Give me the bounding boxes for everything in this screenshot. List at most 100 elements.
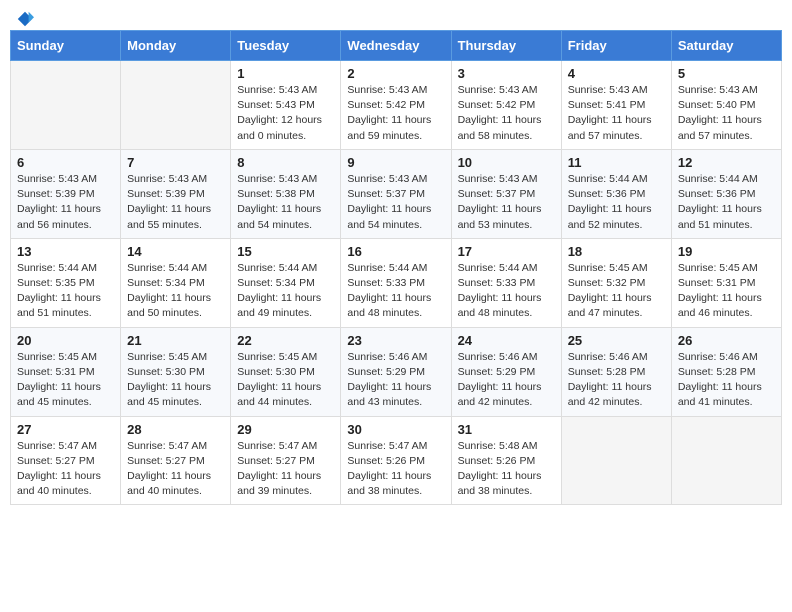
cell-sun-info: Sunrise: 5:44 AMSunset: 5:35 PMDaylight:… — [17, 261, 114, 322]
calendar-cell: 2 Sunrise: 5:43 AMSunset: 5:42 PMDaylight… — [341, 61, 451, 150]
cell-sun-info: Sunrise: 5:43 AMSunset: 5:39 PMDaylight:… — [127, 172, 224, 233]
day-of-week-header: Friday — [561, 31, 671, 61]
calendar-cell: 12 Sunrise: 5:44 AMSunset: 5:36 PMDayligh… — [671, 149, 781, 238]
day-number: 20 — [17, 333, 114, 348]
cell-sun-info: Sunrise: 5:46 AMSunset: 5:28 PMDaylight:… — [678, 350, 775, 411]
calendar-week-row: 20 Sunrise: 5:45 AMSunset: 5:31 PMDayligh… — [11, 327, 782, 416]
cell-sun-info: Sunrise: 5:47 AMSunset: 5:27 PMDaylight:… — [127, 439, 224, 500]
cell-sun-info: Sunrise: 5:46 AMSunset: 5:29 PMDaylight:… — [347, 350, 444, 411]
calendar-cell: 7 Sunrise: 5:43 AMSunset: 5:39 PMDaylight… — [121, 149, 231, 238]
day-number: 30 — [347, 422, 444, 437]
day-number: 22 — [237, 333, 334, 348]
day-number: 11 — [568, 155, 665, 170]
cell-sun-info: Sunrise: 5:47 AMSunset: 5:27 PMDaylight:… — [17, 439, 114, 500]
day-of-week-header: Saturday — [671, 31, 781, 61]
calendar-cell — [561, 416, 671, 505]
cell-sun-info: Sunrise: 5:45 AMSunset: 5:30 PMDaylight:… — [237, 350, 334, 411]
day-of-week-header: Tuesday — [231, 31, 341, 61]
cell-sun-info: Sunrise: 5:43 AMSunset: 5:40 PMDaylight:… — [678, 83, 775, 144]
cell-sun-info: Sunrise: 5:47 AMSunset: 5:27 PMDaylight:… — [237, 439, 334, 500]
day-number: 14 — [127, 244, 224, 259]
cell-sun-info: Sunrise: 5:43 AMSunset: 5:37 PMDaylight:… — [347, 172, 444, 233]
day-number: 7 — [127, 155, 224, 170]
cell-sun-info: Sunrise: 5:48 AMSunset: 5:26 PMDaylight:… — [458, 439, 555, 500]
calendar-cell: 22 Sunrise: 5:45 AMSunset: 5:30 PMDayligh… — [231, 327, 341, 416]
calendar-cell: 3Sunrise: 5:43 AMSunset: 5:42 PMDaylight… — [451, 61, 561, 150]
calendar-cell: 29 Sunrise: 5:47 AMSunset: 5:27 PMDayligh… — [231, 416, 341, 505]
cell-sun-info: Sunrise: 5:45 AMSunset: 5:30 PMDaylight:… — [127, 350, 224, 411]
cell-sun-info: Sunrise: 5:43 AMSunset: 5:42 PMDaylight:… — [347, 83, 444, 144]
calendar-cell — [121, 61, 231, 150]
calendar-header-row: SundayMondayTuesdayWednesdayThursdayFrid… — [11, 31, 782, 61]
calendar-cell: 10Sunrise: 5:43 AMSunset: 5:37 PMDayligh… — [451, 149, 561, 238]
day-number: 13 — [17, 244, 114, 259]
cell-sun-info: Sunrise: 5:45 AMSunset: 5:32 PMDaylight:… — [568, 261, 665, 322]
cell-sun-info: Sunrise: 5:44 AMSunset: 5:33 PMDaylight:… — [347, 261, 444, 322]
cell-sun-info: Sunrise: 5:44 AMSunset: 5:36 PMDaylight:… — [568, 172, 665, 233]
cell-sun-info: Sunrise: 5:43 AMSunset: 5:38 PMDaylight:… — [237, 172, 334, 233]
calendar-cell: 25Sunrise: 5:46 AMSunset: 5:28 PMDayligh… — [561, 327, 671, 416]
calendar-week-row: 1 Sunrise: 5:43 AMSunset: 5:43 PMDaylight… — [11, 61, 782, 150]
cell-sun-info: Sunrise: 5:43 AMSunset: 5:39 PMDaylight:… — [17, 172, 114, 233]
calendar-cell: 28Sunrise: 5:47 AMSunset: 5:27 PMDayligh… — [121, 416, 231, 505]
calendar-cell: 6 Sunrise: 5:43 AMSunset: 5:39 PMDaylight… — [11, 149, 121, 238]
calendar-cell: 21Sunrise: 5:45 AMSunset: 5:30 PMDayligh… — [121, 327, 231, 416]
calendar-cell: 19Sunrise: 5:45 AMSunset: 5:31 PMDayligh… — [671, 238, 781, 327]
calendar-table: SundayMondayTuesdayWednesdayThursdayFrid… — [10, 30, 782, 505]
day-number: 24 — [458, 333, 555, 348]
calendar-cell: 16 Sunrise: 5:44 AMSunset: 5:33 PMDayligh… — [341, 238, 451, 327]
day-number: 31 — [458, 422, 555, 437]
logo — [14, 10, 34, 22]
day-number: 12 — [678, 155, 775, 170]
day-of-week-header: Monday — [121, 31, 231, 61]
cell-sun-info: Sunrise: 5:45 AMSunset: 5:31 PMDaylight:… — [17, 350, 114, 411]
cell-sun-info: Sunrise: 5:43 AMSunset: 5:42 PMDaylight:… — [458, 83, 555, 144]
calendar-week-row: 13 Sunrise: 5:44 AMSunset: 5:35 PMDayligh… — [11, 238, 782, 327]
calendar-cell: 18 Sunrise: 5:45 AMSunset: 5:32 PMDayligh… — [561, 238, 671, 327]
day-number: 6 — [17, 155, 114, 170]
day-number: 5 — [678, 66, 775, 81]
calendar-cell: 15 Sunrise: 5:44 AMSunset: 5:34 PMDayligh… — [231, 238, 341, 327]
cell-sun-info: Sunrise: 5:44 AMSunset: 5:33 PMDaylight:… — [458, 261, 555, 322]
cell-sun-info: Sunrise: 5:43 AMSunset: 5:43 PMDaylight:… — [237, 83, 334, 144]
calendar-cell: 26 Sunrise: 5:46 AMSunset: 5:28 PMDayligh… — [671, 327, 781, 416]
calendar-cell: 17 Sunrise: 5:44 AMSunset: 5:33 PMDayligh… — [451, 238, 561, 327]
calendar-cell: 11 Sunrise: 5:44 AMSunset: 5:36 PMDayligh… — [561, 149, 671, 238]
day-number: 23 — [347, 333, 444, 348]
day-of-week-header: Wednesday — [341, 31, 451, 61]
calendar-cell — [11, 61, 121, 150]
day-number: 10 — [458, 155, 555, 170]
calendar-cell: 1 Sunrise: 5:43 AMSunset: 5:43 PMDaylight… — [231, 61, 341, 150]
day-number: 19 — [678, 244, 775, 259]
cell-sun-info: Sunrise: 5:43 AMSunset: 5:41 PMDaylight:… — [568, 83, 665, 144]
calendar-cell: 5 Sunrise: 5:43 AMSunset: 5:40 PMDaylight… — [671, 61, 781, 150]
calendar-cell: 4 Sunrise: 5:43 AMSunset: 5:41 PMDaylight… — [561, 61, 671, 150]
day-number: 1 — [237, 66, 334, 81]
cell-sun-info: Sunrise: 5:44 AMSunset: 5:36 PMDaylight:… — [678, 172, 775, 233]
calendar-week-row: 6 Sunrise: 5:43 AMSunset: 5:39 PMDaylight… — [11, 149, 782, 238]
day-number: 27 — [17, 422, 114, 437]
calendar-cell: 9 Sunrise: 5:43 AMSunset: 5:37 PMDaylight… — [341, 149, 451, 238]
calendar-cell: 20 Sunrise: 5:45 AMSunset: 5:31 PMDayligh… — [11, 327, 121, 416]
cell-sun-info: Sunrise: 5:44 AMSunset: 5:34 PMDaylight:… — [127, 261, 224, 322]
calendar-cell: 14 Sunrise: 5:44 AMSunset: 5:34 PMDayligh… — [121, 238, 231, 327]
day-number: 26 — [678, 333, 775, 348]
calendar-cell: 27 Sunrise: 5:47 AMSunset: 5:27 PMDayligh… — [11, 416, 121, 505]
day-number: 25 — [568, 333, 665, 348]
day-number: 29 — [237, 422, 334, 437]
day-number: 4 — [568, 66, 665, 81]
day-number: 16 — [347, 244, 444, 259]
calendar-cell: 13 Sunrise: 5:44 AMSunset: 5:35 PMDayligh… — [11, 238, 121, 327]
day-number: 18 — [568, 244, 665, 259]
day-number: 9 — [347, 155, 444, 170]
cell-sun-info: Sunrise: 5:44 AMSunset: 5:34 PMDaylight:… — [237, 261, 334, 322]
calendar-cell: 24Sunrise: 5:46 AMSunset: 5:29 PMDayligh… — [451, 327, 561, 416]
calendar-cell: 30 Sunrise: 5:47 AMSunset: 5:26 PMDayligh… — [341, 416, 451, 505]
cell-sun-info: Sunrise: 5:47 AMSunset: 5:26 PMDaylight:… — [347, 439, 444, 500]
calendar-cell: 23 Sunrise: 5:46 AMSunset: 5:29 PMDayligh… — [341, 327, 451, 416]
day-number: 2 — [347, 66, 444, 81]
day-number: 17 — [458, 244, 555, 259]
logo-icon — [16, 10, 34, 28]
day-of-week-header: Sunday — [11, 31, 121, 61]
day-number: 15 — [237, 244, 334, 259]
